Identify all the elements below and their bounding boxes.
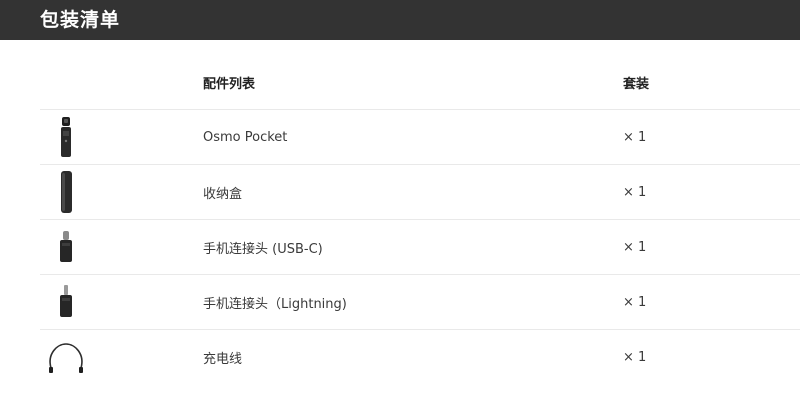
table-row: 收纳盒 × 1	[40, 165, 800, 220]
table-header-row: 配件列表 套装	[40, 55, 800, 110]
charging-cable-icon	[40, 330, 92, 385]
usb-c-adapter-icon	[40, 220, 92, 274]
item-qty: × 1	[623, 184, 647, 200]
item-qty: × 1	[623, 239, 647, 255]
osmo-pocket-icon	[40, 110, 92, 164]
table-row: 手机连接头 (USB-C) × 1	[40, 220, 800, 275]
table-row: 充电线 × 1	[40, 330, 800, 385]
table-row: 手机连接头（Lightning) × 1	[40, 275, 800, 330]
item-name: Osmo Pocket	[203, 129, 288, 145]
lightning-adapter-icon	[40, 275, 92, 329]
item-name: 手机连接头（Lightning)	[203, 296, 347, 312]
page-title: 包装清单	[40, 9, 121, 31]
column-header-item: 配件列表	[203, 76, 256, 92]
item-qty: × 1	[623, 350, 647, 365]
column-header-qty: 套装	[623, 76, 650, 92]
item-name: 充电线	[203, 352, 243, 367]
item-name: 收纳盒	[203, 186, 243, 202]
table-row: Osmo Pocket × 1	[40, 110, 800, 165]
item-qty: × 1	[623, 129, 647, 145]
page-header: 包装清单	[0, 0, 800, 40]
item-qty: × 1	[623, 294, 647, 310]
storage-case-icon	[40, 165, 92, 219]
item-name: 手机连接头 (USB-C)	[203, 241, 323, 257]
package-contents-table: 配件列表 套装 Osmo Pocket × 1 收纳盒 × 1 手机连接头 (U…	[40, 55, 800, 385]
